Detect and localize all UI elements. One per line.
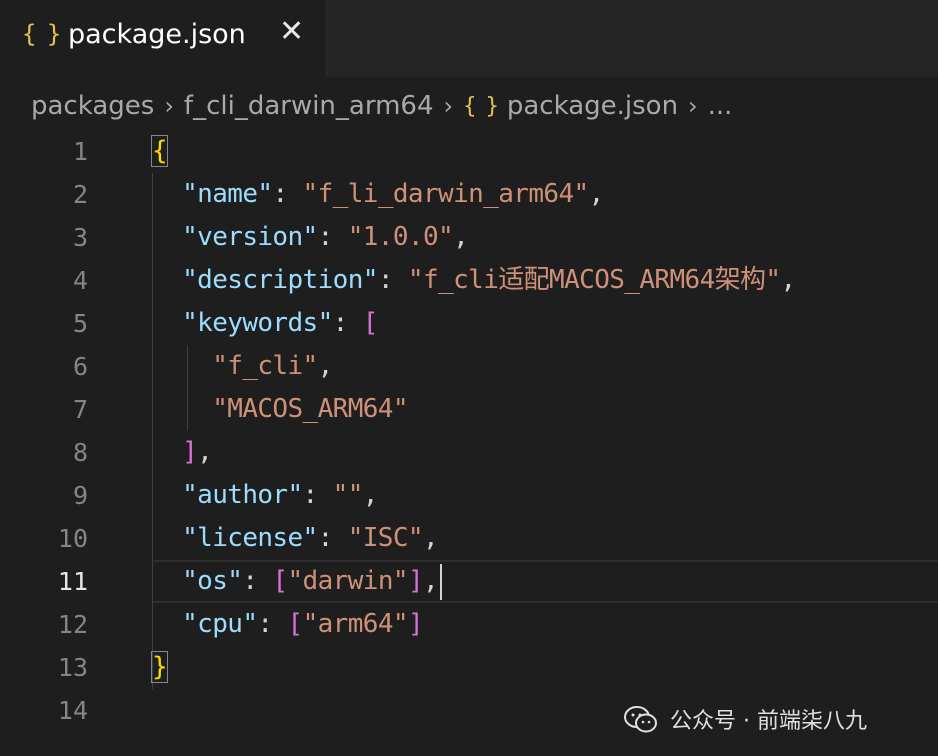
watermark-text: 公众号 · 前端柒八九 [670, 709, 867, 734]
line-number: 7 [72, 395, 88, 424]
json-braces-icon: { } [463, 93, 499, 119]
code-line: 12 "cpu": ["arm64"] [0, 603, 938, 646]
line-number: 13 [57, 653, 88, 682]
json-key: "description" [182, 265, 378, 295]
json-key: "author" [182, 480, 303, 510]
chevron-right-icon: › [688, 92, 698, 120]
json-key: "name" [182, 179, 273, 209]
code-line: 2 "name": "f_li_darwin_arm64", [0, 173, 938, 216]
json-braces-icon: { } [22, 20, 61, 48]
wechat-icon [624, 706, 658, 733]
line-number: 8 [72, 438, 88, 467]
line-number: 3 [72, 223, 88, 252]
watermark: 公众号 · 前端柒八九 [624, 694, 867, 744]
line-number: 12 [57, 610, 88, 639]
line-number: 1 [72, 137, 88, 166]
json-string: "ISC" [347, 523, 424, 553]
json-key: "cpu" [182, 609, 258, 639]
json-string: "arm64" [302, 609, 409, 639]
open-brace: { [150, 135, 169, 167]
tab-package-json[interactable]: { } package.json ✕ [0, 0, 327, 77]
json-key: "license" [182, 523, 318, 553]
line-number: 2 [72, 180, 88, 209]
breadcrumb-item-symbols[interactable]: ... [708, 91, 733, 121]
close-icon[interactable]: ✕ [279, 17, 304, 47]
json-string: "1.0.0" [347, 222, 454, 252]
code-line: 6 "f_cli", [0, 345, 938, 388]
tab-title: package.json [68, 19, 246, 50]
breadcrumb-item-packages[interactable]: packages [31, 91, 154, 121]
code-line: 5 "keywords": [ [0, 302, 938, 345]
line-number: 5 [72, 309, 88, 338]
line-number: 10 [57, 524, 88, 553]
chevron-right-icon: › [443, 92, 454, 120]
code-line: 10 "license": "ISC", [0, 517, 938, 560]
code-editor[interactable]: 1 { 2 "name": "f_li_darwin_arm64", 3 "ve… [0, 130, 938, 756]
json-string: "darwin" [287, 566, 409, 596]
breadcrumb: packages › f_cli_darwin_arm64 › { } pack… [31, 86, 732, 126]
close-brace: } [150, 651, 169, 683]
line-number: 6 [72, 352, 88, 381]
code-line: 3 "version": "1.0.0", [0, 216, 938, 259]
code-line: 1 { [0, 130, 938, 173]
code-line: 8 ], [0, 431, 938, 474]
close-bracket: ] [182, 437, 198, 467]
code-line: 7 "MACOS_ARM64" [0, 388, 938, 431]
line-number: 11 [57, 567, 88, 596]
code-line-active: 11 "os": ["darwin"], [0, 560, 938, 603]
chevron-right-icon: › [164, 92, 174, 120]
line-number: 9 [72, 481, 88, 510]
code-line: 9 "author": "", [0, 474, 938, 517]
breadcrumb-item-folder[interactable]: f_cli_darwin_arm64 [184, 91, 434, 121]
json-key: "version" [182, 222, 318, 252]
code-line: 13 } [0, 646, 938, 689]
json-string: "f_li_darwin_arm64" [302, 179, 590, 209]
line-number: 14 [57, 696, 88, 725]
tab-bar: { } package.json ✕ [0, 0, 938, 77]
json-string: "MACOS_ARM64" [212, 394, 408, 424]
code-line: 4 "description": "f_cli适配MACOS_ARM64架构", [0, 259, 938, 302]
breadcrumb-item-file[interactable]: package.json [507, 91, 678, 121]
json-key: "os" [182, 566, 243, 596]
json-string: "f_cli适配MACOS_ARM64架构" [407, 265, 781, 295]
json-string: "" [332, 480, 364, 510]
open-bracket: [ [362, 308, 379, 338]
json-string: "f_cli" [212, 351, 318, 381]
json-key: "keywords" [182, 308, 333, 338]
line-number: 4 [72, 266, 88, 295]
text-cursor [440, 563, 443, 600]
